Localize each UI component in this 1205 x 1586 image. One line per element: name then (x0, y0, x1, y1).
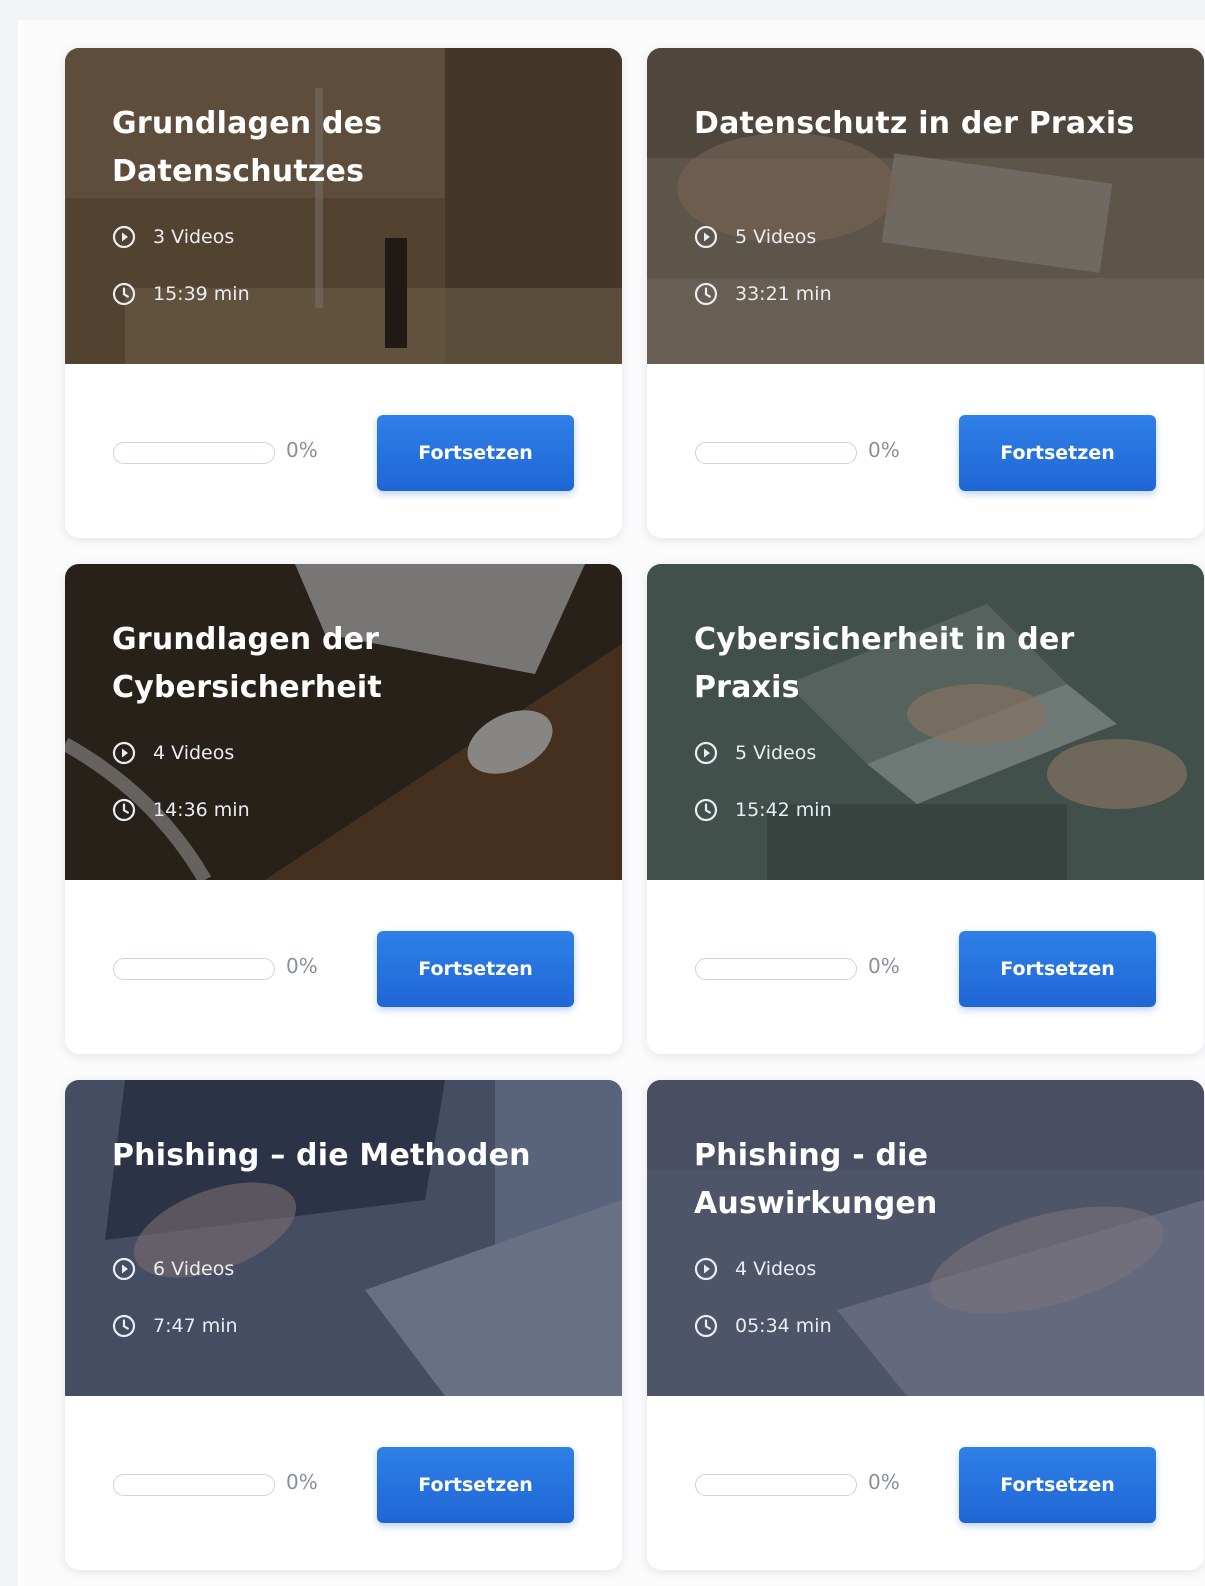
course-grid: Grundlagen des Datenschutzes 3 Videos 15… (18, 20, 1205, 1586)
clock-icon (112, 1314, 136, 1338)
play-circle-icon (694, 741, 718, 765)
course-title: Phishing - die Auswirkungen (694, 1138, 938, 1221)
clock-icon (112, 798, 136, 822)
duration-label: 14:36 min (153, 799, 250, 821)
progress-percentage: 0% (868, 438, 900, 462)
progress-percentage: 0% (286, 1470, 318, 1494)
course-duration: 15:39 min (112, 282, 250, 306)
course-footer: 0% Fortsetzen (65, 880, 622, 1054)
video-count-label: 3 Videos (153, 226, 235, 248)
progress-percentage: 0% (286, 954, 318, 978)
video-count: 4 Videos (694, 1257, 816, 1281)
play-circle-icon (112, 225, 136, 249)
play-circle-icon (112, 1257, 136, 1281)
video-count-label: 4 Videos (735, 1258, 817, 1280)
video-count-label: 5 Videos (735, 226, 817, 248)
course-title: Cybersicherheit in der Praxis (694, 622, 1075, 705)
course-footer: 0% Fortsetzen (65, 1396, 622, 1570)
video-count-label: 5 Videos (735, 742, 817, 764)
clock-icon (694, 282, 718, 306)
play-circle-icon (694, 225, 718, 249)
continue-button[interactable]: Fortsetzen (959, 1447, 1156, 1523)
course-thumbnail[interactable]: Cybersicherheit in der Praxis 5 Videos 1… (647, 564, 1204, 880)
course-card: Grundlagen des Datenschutzes 3 Videos 15… (65, 48, 622, 538)
course-thumbnail[interactable]: Phishing – die Methoden 6 Videos 7:47 mi… (65, 1080, 622, 1396)
course-duration: 7:47 min (112, 1314, 238, 1338)
progress-bar (695, 958, 857, 980)
progress-percentage: 0% (868, 954, 900, 978)
progress-bar (695, 442, 857, 464)
video-count: 5 Videos (694, 741, 816, 765)
play-circle-icon (694, 1257, 718, 1281)
duration-label: 7:47 min (153, 1315, 238, 1337)
course-card: Phishing – die Methoden 6 Videos 7:47 mi… (65, 1080, 622, 1570)
video-count: 4 Videos (112, 741, 234, 765)
progress-percentage: 0% (286, 438, 318, 462)
continue-button[interactable]: Fortsetzen (377, 1447, 574, 1523)
continue-button[interactable]: Fortsetzen (377, 415, 574, 491)
course-title: Datenschutz in der Praxis (694, 106, 1135, 141)
progress-bar (113, 958, 275, 980)
video-count: 5 Videos (694, 225, 816, 249)
video-count: 6 Videos (112, 1257, 234, 1281)
clock-icon (694, 798, 718, 822)
course-card: Phishing - die Auswirkungen 4 Videos 05:… (647, 1080, 1204, 1570)
course-thumbnail[interactable]: Datenschutz in der Praxis 5 Videos 33:21… (647, 48, 1204, 364)
course-title: Grundlagen des Datenschutzes (112, 106, 383, 189)
duration-label: 05:34 min (735, 1315, 832, 1337)
progress-percentage: 0% (868, 1470, 900, 1494)
play-circle-icon (112, 741, 136, 765)
video-count-label: 4 Videos (153, 742, 235, 764)
video-count: 3 Videos (112, 225, 234, 249)
duration-label: 15:39 min (153, 283, 250, 305)
course-footer: 0% Fortsetzen (647, 1396, 1204, 1570)
duration-label: 33:21 min (735, 283, 832, 305)
course-thumbnail[interactable]: Grundlagen der Cybersicherheit 4 Videos … (65, 564, 622, 880)
clock-icon (694, 1314, 718, 1338)
course-footer: 0% Fortsetzen (65, 364, 622, 538)
continue-button[interactable]: Fortsetzen (377, 931, 574, 1007)
progress-bar (113, 1474, 275, 1496)
course-title: Phishing – die Methoden (112, 1138, 531, 1173)
course-title: Grundlagen der Cybersicherheit (112, 622, 382, 705)
course-card: Grundlagen der Cybersicherheit 4 Videos … (65, 564, 622, 1054)
course-duration: 33:21 min (694, 282, 832, 306)
duration-label: 15:42 min (735, 799, 832, 821)
clock-icon (112, 282, 136, 306)
course-thumbnail[interactable]: Phishing - die Auswirkungen 4 Videos 05:… (647, 1080, 1204, 1396)
course-card: Datenschutz in der Praxis 5 Videos 33:21… (647, 48, 1204, 538)
course-duration: 14:36 min (112, 798, 250, 822)
course-duration: 15:42 min (694, 798, 832, 822)
course-footer: 0% Fortsetzen (647, 364, 1204, 538)
continue-button[interactable]: Fortsetzen (959, 415, 1156, 491)
course-card: Cybersicherheit in der Praxis 5 Videos 1… (647, 564, 1204, 1054)
continue-button[interactable]: Fortsetzen (959, 931, 1156, 1007)
course-duration: 05:34 min (694, 1314, 832, 1338)
course-thumbnail[interactable]: Grundlagen des Datenschutzes 3 Videos 15… (65, 48, 622, 364)
video-count-label: 6 Videos (153, 1258, 235, 1280)
progress-bar (695, 1474, 857, 1496)
course-footer: 0% Fortsetzen (647, 880, 1204, 1054)
progress-bar (113, 442, 275, 464)
